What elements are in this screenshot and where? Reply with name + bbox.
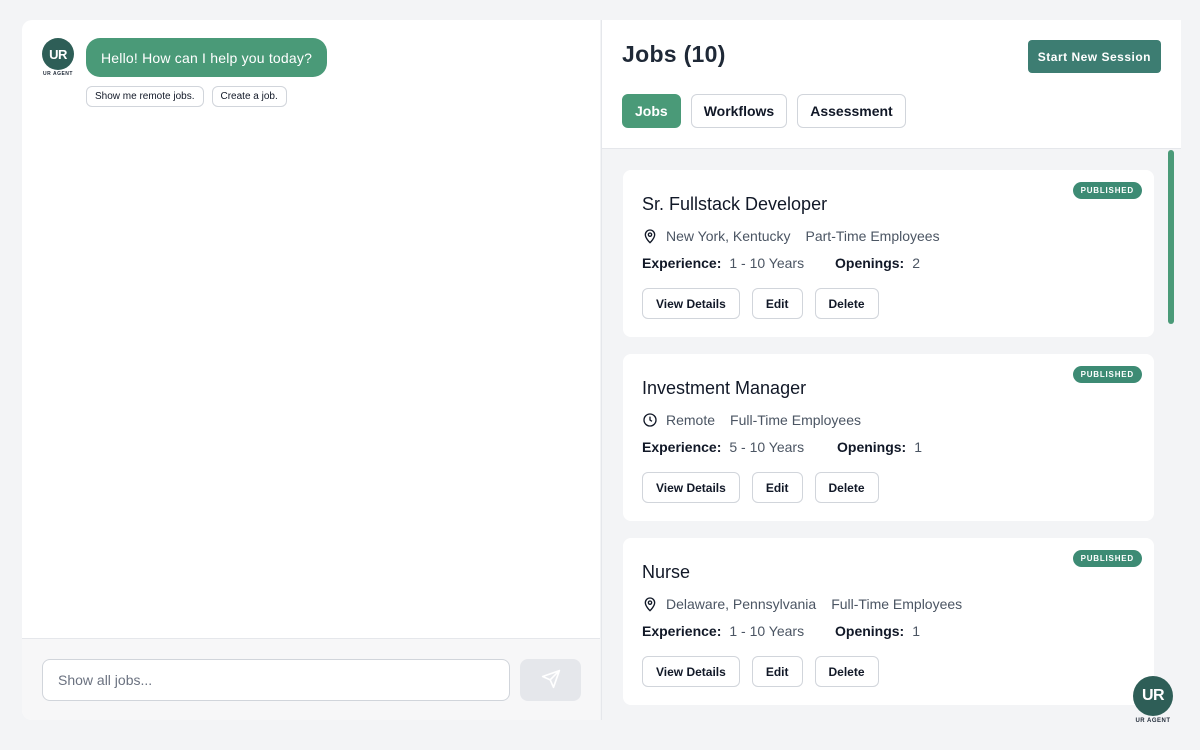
jobs-panel: Jobs (10) Start New Session Jobs Workflo…	[601, 20, 1181, 720]
job-list: PUBLISHED Sr. Fullstack Developer New Yo…	[623, 170, 1154, 720]
floating-agent-logo[interactable]: UR UR AGENT	[1133, 676, 1173, 724]
openings-value: 1	[912, 623, 921, 639]
view-details-button[interactable]: View Details	[642, 288, 740, 319]
job-employment-type: Part-Time Employees	[805, 228, 940, 244]
job-location: Remote	[666, 412, 716, 428]
tab-assessment[interactable]: Assessment	[797, 94, 906, 128]
delete-button[interactable]: Delete	[814, 656, 879, 687]
tab-bar: Jobs Workflows Assessment	[622, 94, 906, 128]
start-new-session-button[interactable]: Start New Session	[1027, 40, 1161, 73]
job-card: PUBLISHED Sr. Fullstack Developer New Yo…	[623, 170, 1154, 337]
experience-value: 1 - 10 Years	[729, 255, 805, 271]
suggestion-remote-jobs[interactable]: Show me remote jobs.	[86, 86, 204, 107]
openings-value: 2	[912, 255, 921, 271]
suggestion-create-job[interactable]: Create a job.	[211, 86, 287, 107]
edit-button[interactable]: Edit	[751, 472, 803, 503]
job-card: PUBLISHED Nurse Delaware, Pennsylvania F…	[623, 538, 1154, 705]
experience-label: Experience:	[642, 623, 722, 639]
job-stats: Experience: 1 - 10 Years Openings: 1	[642, 623, 920, 639]
job-actions: View Details Edit Delete	[642, 656, 879, 687]
clock-icon	[642, 412, 658, 428]
map-pin-icon	[642, 596, 658, 612]
openings-label: Openings:	[837, 439, 907, 455]
status-badge: PUBLISHED	[1072, 182, 1142, 199]
view-details-button[interactable]: View Details	[642, 656, 740, 687]
job-meta: Remote Full-Time Employees	[642, 412, 861, 428]
job-meta: New York, Kentucky Part-Time Employees	[642, 228, 940, 244]
avatar-logo-subtext: UR AGENT	[43, 71, 73, 77]
corner-logo-subtext: UR AGENT	[1135, 718, 1171, 724]
job-stats: Experience: 1 - 10 Years Openings: 2	[642, 255, 920, 271]
job-employment-type: Full-Time Employees	[831, 596, 963, 612]
tab-jobs[interactable]: Jobs	[622, 94, 681, 128]
bot-avatar: UR UR AGENT	[42, 38, 74, 77]
openings-label: Openings:	[835, 255, 905, 271]
avatar-logo-text: UR	[49, 46, 67, 62]
paper-plane-icon	[541, 669, 561, 692]
page-title: Jobs (10)	[622, 41, 726, 67]
jobs-header: Jobs (10) Start New Session Jobs Workflo…	[602, 20, 1181, 149]
chat-input[interactable]	[42, 659, 510, 701]
experience-value: 5 - 10 Years	[729, 439, 805, 455]
suggestion-chips: Show me remote jobs. Create a job.	[86, 86, 287, 107]
job-meta: Delaware, Pennsylvania Full-Time Employe…	[642, 596, 962, 612]
experience-value: 1 - 10 Years	[729, 623, 805, 639]
job-actions: View Details Edit Delete	[642, 288, 879, 319]
openings-value: 1	[914, 439, 923, 455]
experience-label: Experience:	[642, 439, 722, 455]
corner-logo-text: UR	[1141, 687, 1165, 704]
job-title: Nurse	[642, 562, 691, 582]
openings-label: Openings:	[835, 623, 905, 639]
edit-button[interactable]: Edit	[751, 288, 803, 319]
bot-greeting-message: Hello! How can I help you today?	[86, 38, 328, 77]
job-title: Sr. Fullstack Developer	[642, 194, 828, 214]
send-button[interactable]	[520, 659, 581, 701]
tab-workflows[interactable]: Workflows	[690, 94, 788, 128]
job-title: Investment Manager	[642, 378, 807, 398]
delete-button[interactable]: Delete	[814, 472, 879, 503]
view-details-button[interactable]: View Details	[642, 472, 740, 503]
job-actions: View Details Edit Delete	[642, 472, 879, 503]
job-employment-type: Full-Time Employees	[730, 412, 861, 428]
status-badge: PUBLISHED	[1072, 550, 1142, 567]
status-badge: PUBLISHED	[1072, 366, 1142, 383]
job-card: PUBLISHED Investment Manager Remote Full…	[623, 354, 1154, 521]
chat-footer	[22, 638, 600, 720]
job-location: Delaware, Pennsylvania	[666, 596, 817, 612]
scrollbar-thumb[interactable]	[1168, 150, 1174, 324]
experience-label: Experience:	[642, 255, 722, 271]
job-location: New York, Kentucky	[666, 228, 791, 244]
job-stats: Experience: 5 - 10 Years Openings: 1	[642, 439, 922, 455]
chat-panel: UR UR AGENT Hello! How can I help you to…	[22, 20, 600, 720]
edit-button[interactable]: Edit	[751, 656, 803, 687]
delete-button[interactable]: Delete	[814, 288, 879, 319]
map-pin-icon	[642, 228, 658, 244]
